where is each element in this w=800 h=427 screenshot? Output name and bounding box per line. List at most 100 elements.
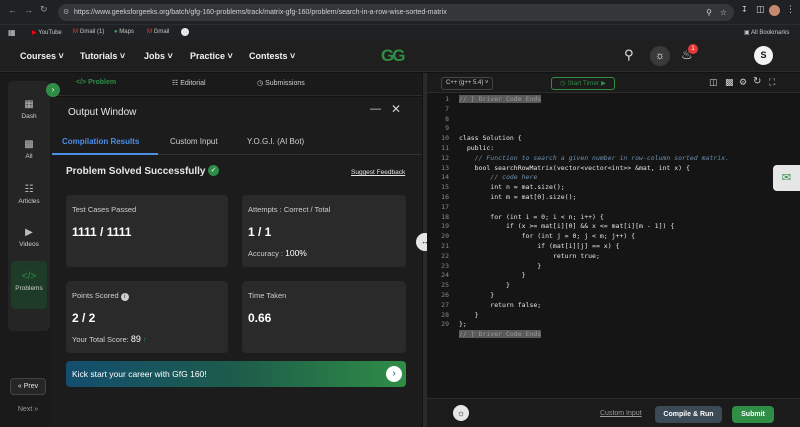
prev-button[interactable]: « Prev	[10, 378, 46, 395]
apps-grid-icon[interactable]: ▦	[8, 28, 16, 37]
extensions-icon[interactable]: ◫	[756, 4, 765, 15]
gfg160-banner[interactable]: Kick start your career with GfG 160! ›	[66, 361, 406, 387]
zoom-icon[interactable]: ⚲	[706, 4, 712, 21]
search-icon[interactable]: ⚲	[624, 47, 634, 63]
line-number: 7	[445, 104, 449, 113]
rail-problems[interactable]: </> Problems	[11, 261, 47, 309]
download-icon[interactable]: ↧	[741, 5, 748, 14]
all-bookmarks[interactable]: ▣ All Bookmarks	[744, 29, 789, 36]
bookmark-star-icon[interactable]: ☆	[720, 4, 727, 21]
code-line[interactable]: return true;	[459, 252, 600, 260]
menu-icon[interactable]: ⋮	[786, 4, 795, 15]
arrow-up-icon: ↑	[142, 335, 147, 344]
code-line[interactable]: int n = mat.size();	[459, 183, 564, 191]
tab-yogi-bot[interactable]: Y.O.G.I. (AI Bot)	[247, 137, 304, 146]
code-line[interactable]: // } Driver Code Ends	[459, 95, 542, 103]
code-area[interactable]: 1 // } Driver Code Ends 7 8 9 10 class Solutio…	[427, 95, 800, 391]
github-icon[interactable]	[181, 28, 189, 36]
suggest-feedback-link[interactable]: Suggest Feedback	[351, 169, 405, 176]
code-line[interactable]: for (int i = 0; i < n; i++) {	[459, 213, 604, 221]
reload-icon[interactable]: ↻	[40, 4, 48, 15]
editor-footer: ☼ Custom Input Compile & Run Submit	[427, 398, 800, 427]
user-avatar[interactable]: S	[754, 46, 773, 65]
tab-compilation-results[interactable]: Compilation Results	[62, 137, 139, 146]
site-info-icon[interactable]: ⚙	[63, 4, 69, 21]
points-label: Points Scored i	[72, 291, 129, 301]
copy-icon[interactable]: ◫	[709, 77, 718, 88]
tab-editorial[interactable]: ☷ Editorial	[172, 79, 206, 87]
fullscreen-icon[interactable]: ⛶	[769, 77, 775, 88]
forward-icon[interactable]: →	[24, 5, 33, 15]
nav-tutorials[interactable]: Tutorials ˅	[80, 51, 125, 61]
chevron-right-icon[interactable]: ›	[386, 366, 402, 382]
bookmark-gmail-2[interactable]: M Gmail	[147, 29, 169, 35]
nav-courses[interactable]: Courses ˅	[20, 51, 64, 61]
rail-nav: ▦ Dash ▩ All ☷ Articles ▶ Videos </> Problems	[8, 81, 50, 331]
code-line[interactable]: // Function to search a given number in …	[459, 154, 729, 162]
code-line[interactable]: public:	[459, 144, 494, 152]
reset-icon[interactable]: ↻	[753, 76, 761, 87]
code-line[interactable]: class Solution {	[459, 134, 522, 142]
code-line[interactable]: }	[459, 311, 479, 319]
bookmark-maps[interactable]: ● Maps	[114, 29, 134, 35]
code-icon: </>	[21, 271, 37, 282]
code-line[interactable]: if (x >= mat[i][0] && x <= mat[i][m - 1]…	[459, 222, 674, 230]
code-line[interactable]: }	[459, 291, 494, 299]
next-button[interactable]: Next »	[10, 402, 46, 419]
translate-icon[interactable]: ▩	[725, 77, 734, 88]
line-number: 8	[445, 114, 449, 123]
code-line[interactable]: for (int j = 0; j < m; j++) {	[459, 232, 636, 240]
theme-toggle-icon[interactable]: ☼	[650, 46, 670, 66]
code-line[interactable]: bool searchRowMatrix(vector<vector<int>>…	[459, 164, 690, 172]
gfg-logo[interactable]: GG	[381, 46, 405, 66]
nav-practice[interactable]: Practice ˅	[190, 51, 233, 61]
document-icon: ☷	[172, 80, 179, 87]
bookmark-gmail-1[interactable]: M Gmail (1)	[73, 29, 104, 35]
rail-videos[interactable]: ▶ Videos	[8, 227, 50, 248]
bookmark-youtube[interactable]: ▶ YouTube	[32, 29, 62, 36]
close-icon[interactable]: ✕	[391, 102, 401, 116]
rail-dash[interactable]: ▦ Dash	[8, 99, 50, 120]
nav-jobs[interactable]: Jobs ˅	[144, 51, 173, 61]
line-number: 16	[441, 193, 449, 201]
language-select[interactable]: C++ (g++ 5.4) ˅	[441, 77, 493, 90]
submit-button[interactable]: Submit	[732, 406, 774, 423]
bookmarks-bar: ▦ ▶ YouTube M Gmail (1) ● Maps M Gmail ▣…	[0, 24, 800, 40]
code-line[interactable]: };	[459, 320, 467, 328]
tab-problem[interactable]: </> Problem	[76, 79, 116, 86]
collapse-toggle-icon[interactable]: ›	[46, 83, 60, 97]
line-number: 18	[441, 212, 449, 221]
code-line[interactable]: }	[459, 262, 541, 270]
points-value: 2 / 2	[72, 311, 96, 325]
tab-submissions[interactable]: ◷ Submissions	[257, 79, 305, 87]
rail-all[interactable]: ▩ All	[8, 139, 50, 160]
settings-icon[interactable]: ⚙	[739, 77, 747, 88]
back-icon[interactable]: ←	[8, 5, 17, 15]
address-bar[interactable]: ⚙ https://www.geeksforgeeks.org/batch/gf…	[58, 4, 734, 21]
output-window-title: Output Window	[68, 107, 137, 118]
profile-avatar[interactable]	[769, 5, 780, 16]
minimize-icon[interactable]: —	[370, 103, 381, 115]
start-timer-button[interactable]: ◷ Start Timer ▶	[551, 77, 615, 90]
total-score: Your Total Score: 89 ↑	[72, 334, 147, 344]
code-editor: C++ (g++ 5.4) ˅ ◷ Start Timer ▶ ◫ ▩ ⚙ ↻ …	[427, 73, 800, 427]
custom-input-link[interactable]: Custom Input	[600, 410, 642, 417]
points-card: Points Scored i 2 / 2 Your Total Score: …	[66, 281, 228, 353]
code-line[interactable]: // code here	[459, 173, 537, 181]
code-line[interactable]: }	[459, 271, 526, 279]
compile-run-button[interactable]: Compile & Run	[655, 406, 722, 423]
rail-articles[interactable]: ☷ Articles	[8, 184, 50, 205]
chat-icon[interactable]: ✉	[773, 165, 800, 191]
site-header: Courses ˅ Tutorials ˅ Jobs ˅ Practice ˅ …	[0, 40, 800, 72]
bulb-icon[interactable]: ☼	[453, 405, 469, 421]
code-line[interactable]: // } Driver Code Ends	[459, 330, 542, 339]
tab-custom-input[interactable]: Custom Input	[170, 137, 218, 146]
test-cases-label: Test Cases Passed	[72, 205, 137, 214]
code-line[interactable]: }	[459, 281, 510, 289]
code-line[interactable]: return false;	[459, 301, 541, 309]
info-icon[interactable]: i	[120, 293, 129, 301]
code-line[interactable]: if (mat[i][j] == x) {	[459, 242, 619, 250]
code-line[interactable]: int m = mat[0].size();	[459, 193, 576, 201]
nav-contests[interactable]: Contests ˅	[249, 51, 295, 61]
line-number: 14	[441, 173, 449, 182]
